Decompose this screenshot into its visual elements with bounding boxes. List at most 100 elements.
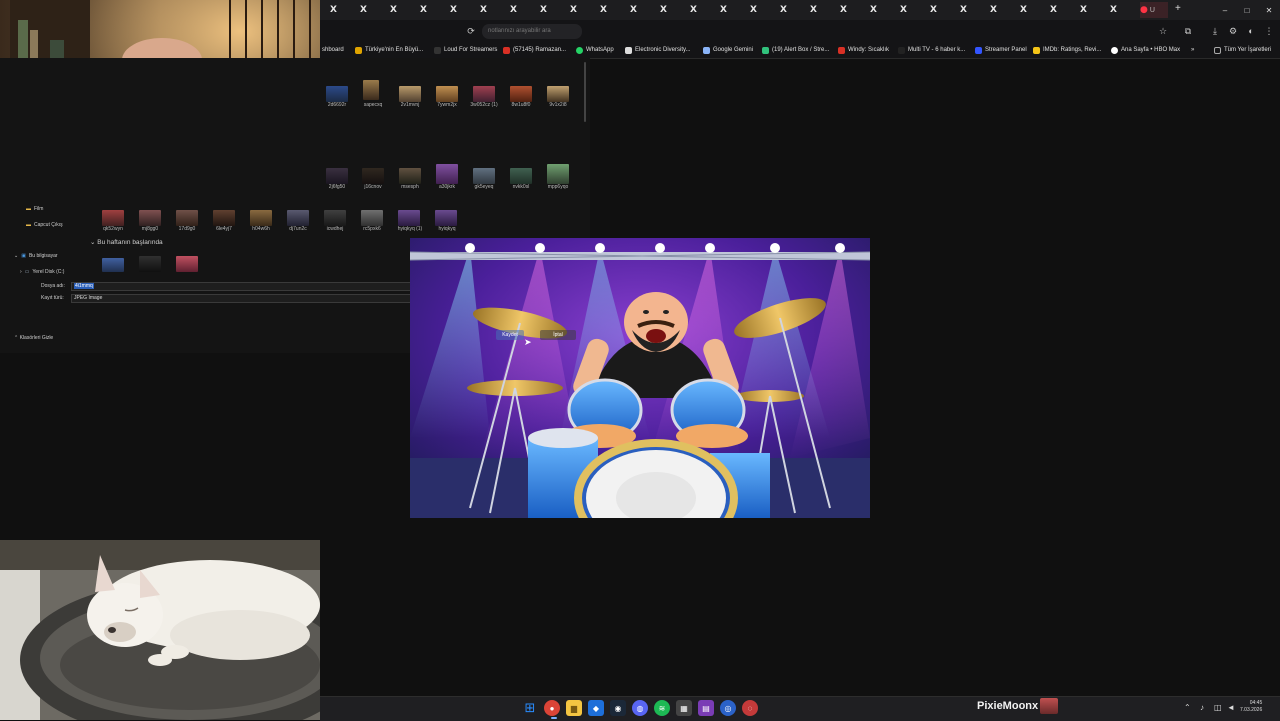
file-thumbnail[interactable] [176, 256, 198, 272]
account-icon[interactable]: ◐ [1244, 24, 1258, 38]
browser-tab[interactable]: X [780, 2, 806, 18]
browser-tab-active[interactable]: ● U [1140, 2, 1168, 18]
bookmark-item[interactable]: Windy: Sıcaklık [838, 44, 889, 56]
steam-icon[interactable]: ◉ [610, 700, 626, 716]
browser-tab[interactable]: X [1050, 2, 1076, 18]
browser-tab[interactable]: X [600, 2, 626, 18]
bookmark-item[interactable]: IMDb: Ratings, Revi... [1033, 44, 1101, 56]
bookmark-item[interactable]: Multi TV - 6 haber k... [898, 44, 965, 56]
file-thumbnail[interactable] [435, 210, 457, 226]
browser-tab[interactable]: X [660, 2, 686, 18]
file-thumbnail[interactable] [326, 86, 348, 102]
bookmark-item[interactable]: (19) Alert Box / Stre... [762, 44, 829, 56]
browser-tab[interactable]: X [570, 2, 596, 18]
close-button[interactable]: ✕ [1258, 0, 1280, 20]
star-icon[interactable]: ☆ [1156, 24, 1170, 38]
file-thumbnail[interactable] [399, 168, 421, 184]
browser-tab[interactable]: X [480, 2, 506, 18]
app-round-icon[interactable]: ◌ [742, 700, 758, 716]
browser-tab[interactable]: X [990, 2, 1016, 18]
browser-tab[interactable]: X [1020, 2, 1046, 18]
file-thumbnail[interactable] [362, 168, 384, 184]
kick-icon[interactable]: ▤ [698, 700, 714, 716]
windows-start-icon[interactable]: ⊞ [522, 700, 538, 716]
browser-tab[interactable]: X [870, 2, 896, 18]
browser-tab[interactable]: X [930, 2, 956, 18]
bookmark-item[interactable]: Ana Sayfa • HBO Max [1111, 44, 1180, 56]
browser-tab[interactable]: X [1110, 2, 1136, 18]
bookmark-item[interactable]: Loud For Streamers [434, 44, 497, 56]
download-icon[interactable]: ⤓ [1208, 24, 1222, 38]
bookmark-item[interactable]: shboard [322, 44, 344, 56]
bookmark-item[interactable]: Electronic Diversity... [625, 44, 691, 56]
file-thumbnail[interactable] [399, 86, 421, 102]
file-thumbnail[interactable] [139, 210, 161, 226]
hide-folders-button[interactable]: ⌃ Klasörleri Gizle [14, 335, 53, 341]
bookmark-item[interactable]: Türkiye'nin En Büyü... [355, 44, 423, 56]
browser-tab[interactable]: X [690, 2, 716, 18]
calculator-icon[interactable]: ▦ [676, 700, 692, 716]
file-thumbnail[interactable] [510, 168, 532, 184]
file-thumbnail[interactable] [547, 86, 569, 102]
sidebar-item-local-disk[interactable]: › ▭ Yerel Disk (C:) [20, 269, 64, 275]
file-thumbnail[interactable] [287, 210, 309, 226]
browser-tab[interactable]: X [540, 2, 566, 18]
microphone-icon[interactable]: ♪ [1200, 703, 1204, 712]
file-explorer-icon[interactable]: ▆ [566, 700, 582, 716]
menu-icon[interactable]: ⋮ [1262, 24, 1276, 38]
file-thumbnail[interactable] [102, 258, 124, 272]
sidebar-item-film[interactable]: ▬ Film [26, 206, 43, 212]
bookmark-item[interactable]: (57145) Ramazan... [503, 44, 566, 56]
browser-tab[interactable]: X [720, 2, 746, 18]
browser-tab[interactable]: X [960, 2, 986, 18]
browser-tab[interactable]: X [900, 2, 926, 18]
file-thumbnail[interactable] [361, 210, 383, 226]
discord-icon[interactable]: ◍ [632, 700, 648, 716]
browser-tab[interactable]: X [390, 2, 416, 18]
file-thumbnail[interactable] [324, 210, 346, 226]
file-thumbnail[interactable] [547, 164, 569, 184]
browser-tab[interactable]: X [360, 2, 386, 18]
file-thumbnail[interactable] [436, 164, 458, 184]
minimize-button[interactable]: – [1214, 0, 1236, 20]
file-thumbnail[interactable] [176, 210, 198, 226]
obs-icon[interactable]: ◎ [720, 700, 736, 716]
reload-icon[interactable]: ⟳ [464, 24, 478, 38]
app-blue-icon[interactable]: ◆ [588, 700, 604, 716]
all-bookmarks-button[interactable]: Tüm Yer İşaretleri [1214, 44, 1271, 56]
bookmark-item[interactable]: Streamer Panel [975, 44, 1027, 56]
chevron-up-icon[interactable]: ⌃ [1184, 703, 1191, 712]
browser-tab[interactable]: X [630, 2, 656, 18]
file-thumbnail[interactable] [436, 86, 458, 102]
file-thumbnail[interactable] [250, 210, 272, 226]
sidebar-item-capcut[interactable]: ▬ Capcut Çıkış [26, 222, 63, 228]
file-thumbnail[interactable] [473, 168, 495, 184]
browser-tab[interactable]: X [420, 2, 446, 18]
file-thumbnail[interactable] [102, 210, 124, 226]
file-thumbnail[interactable] [363, 80, 379, 100]
volume-icon[interactable]: ◄ [1227, 703, 1235, 712]
file-thumbnail[interactable] [213, 210, 235, 226]
file-thumbnail[interactable] [398, 210, 420, 226]
new-tab-button[interactable]: + [1175, 3, 1181, 14]
extensions-icon[interactable]: ⧉ [1181, 24, 1195, 38]
browser-tab[interactable]: X [1080, 2, 1106, 18]
browser-tab[interactable]: X [750, 2, 776, 18]
section-header[interactable]: ⌄ Bu haftanın başlarında [90, 238, 163, 246]
browser-tab[interactable]: X [510, 2, 536, 18]
sidebar-item-this-pc[interactable]: ⌄ ▣ Bu bilgisayar [14, 253, 58, 259]
browser-tab[interactable]: X [330, 2, 356, 18]
dialog-scrollbar[interactable] [584, 62, 586, 122]
dialog-search-input[interactable]: notlarınızı arayabilir ara [482, 24, 582, 39]
save-button[interactable]: Kaydet [496, 330, 524, 340]
file-thumbnail[interactable] [510, 86, 532, 102]
system-clock[interactable]: 04:45 7.03.2026 [1240, 700, 1262, 714]
bookmark-item[interactable]: WhatsApp [576, 44, 614, 56]
maximize-button[interactable]: □ [1236, 0, 1258, 20]
file-thumbnail[interactable] [473, 86, 495, 102]
bookmark-item[interactable]: Google Gemini [703, 44, 753, 56]
file-thumbnail[interactable] [139, 256, 161, 272]
browser-tab[interactable]: X [840, 2, 866, 18]
cancel-button[interactable]: İptal [540, 330, 576, 340]
chrome-icon[interactable]: ● [544, 700, 560, 716]
